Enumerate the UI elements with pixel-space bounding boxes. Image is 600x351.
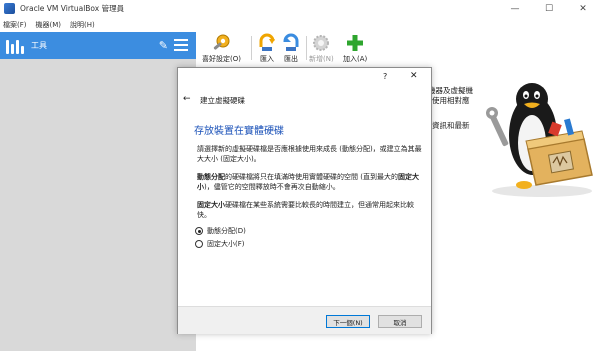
- toolbar: 喜好設定(O) 匯入 匯出 新增(N) 加入(A): [196, 32, 600, 64]
- radio-unchecked[interactable]: [195, 240, 203, 248]
- dialog-close-button[interactable]: ✕: [410, 71, 418, 81]
- machine-list-panel: 工具 ✎: [0, 32, 196, 351]
- create-virtual-disk-dialog: ? ✕ ← 建立虛擬硬碟 存放裝置在實體硬碟 請選擇新的虛擬硬碟檔是否應根據使用…: [177, 67, 432, 334]
- dynamic-text-end: )，儘管它的空間釋放時不會再次自動縮小。: [204, 183, 340, 191]
- dynamic-allocation-option[interactable]: 動態分配(D): [195, 226, 246, 236]
- tools-menu-icon[interactable]: [174, 39, 188, 51]
- title-bar: Oracle VM VirtualBox 管理員 — ☐ ✕: [0, 0, 600, 17]
- radio-checked[interactable]: [195, 227, 203, 235]
- export-label: 匯出: [284, 55, 298, 63]
- add-label: 加入(A): [343, 55, 368, 63]
- fixed-description: 固定大小硬碟檔在某些系統需要比較長的時間建立，但通常用起來比較快。: [197, 200, 427, 220]
- minimize-button[interactable]: —: [498, 0, 532, 17]
- welcome-text-line: 使用相對應: [432, 96, 470, 105]
- menu-file[interactable]: 檔案(F): [3, 20, 27, 30]
- add-plus-icon: [345, 33, 365, 53]
- virtualbox-app-icon: [4, 3, 15, 14]
- dialog-footer: 下一個(N) 取消: [178, 306, 431, 334]
- next-button[interactable]: 下一個(N): [326, 315, 370, 328]
- dynamic-text: 的硬碟檔將只在填滿時使用實體硬碟的空間 (直到最大的: [225, 173, 398, 181]
- fixed-option-label: 固定大小(F): [207, 240, 245, 248]
- gear-wrench-icon: [211, 33, 231, 53]
- pin-icon[interactable]: ✎: [159, 39, 168, 52]
- import-label: 匯入: [260, 55, 274, 63]
- new-gear-icon: [311, 33, 331, 53]
- dialog-title: 建立虛擬硬碟: [200, 96, 245, 105]
- help-button[interactable]: ?: [383, 72, 387, 81]
- maximize-button[interactable]: ☐: [532, 0, 566, 17]
- fixed-term: 固定大小: [197, 201, 225, 209]
- close-button[interactable]: ✕: [566, 0, 600, 17]
- intro-paragraph: 請選擇新的虛擬硬碟檔是否應根據使用來成長 (動態分配)，或建立為其最大大小 (固…: [197, 145, 422, 163]
- preferences-label: 喜好設定(O): [202, 55, 241, 63]
- fixed-text: 硬碟檔在某些系統需要比較長的時間建立，但通常用起來比較快。: [197, 201, 414, 219]
- export-button[interactable]: 匯出: [281, 32, 301, 64]
- new-label: 新增(N): [309, 55, 334, 63]
- penguin-toolbox-illustration: [486, 83, 593, 197]
- fixed-size-option[interactable]: 固定大小(F): [195, 239, 245, 249]
- menu-machine[interactable]: 機器(M): [36, 20, 62, 30]
- menu-bar: 檔案(F) 機器(M) 說明(H): [0, 17, 600, 32]
- new-button[interactable]: 新增(N): [309, 32, 334, 64]
- menu-help[interactable]: 說明(H): [70, 20, 95, 30]
- preferences-button[interactable]: 喜好設定(O): [202, 32, 241, 64]
- add-button[interactable]: 加入(A): [343, 32, 367, 64]
- import-button[interactable]: 匯入: [257, 32, 277, 64]
- dynamic-description: 動態分配的硬碟檔將只在填滿時使用實體硬碟的空間 (直到最大的固定大小)，儘管它的…: [197, 172, 427, 192]
- window-title: Oracle VM VirtualBox 管理員: [20, 4, 125, 13]
- tools-icon: [6, 38, 24, 54]
- tools-label: 工具: [31, 41, 47, 50]
- page-heading: 存放裝置在實體硬碟: [194, 126, 284, 137]
- cancel-button[interactable]: 取消: [378, 315, 422, 328]
- welcome-text-line: 資訊和最新: [432, 121, 470, 130]
- back-arrow-icon[interactable]: ←: [183, 94, 191, 104]
- dynamic-term: 動態分配: [197, 173, 225, 181]
- tools-item[interactable]: 工具 ✎: [0, 32, 196, 59]
- export-arrow-icon: [281, 33, 301, 53]
- import-arrow-icon: [257, 33, 277, 53]
- dynamic-option-label: 動態分配(D): [207, 227, 246, 235]
